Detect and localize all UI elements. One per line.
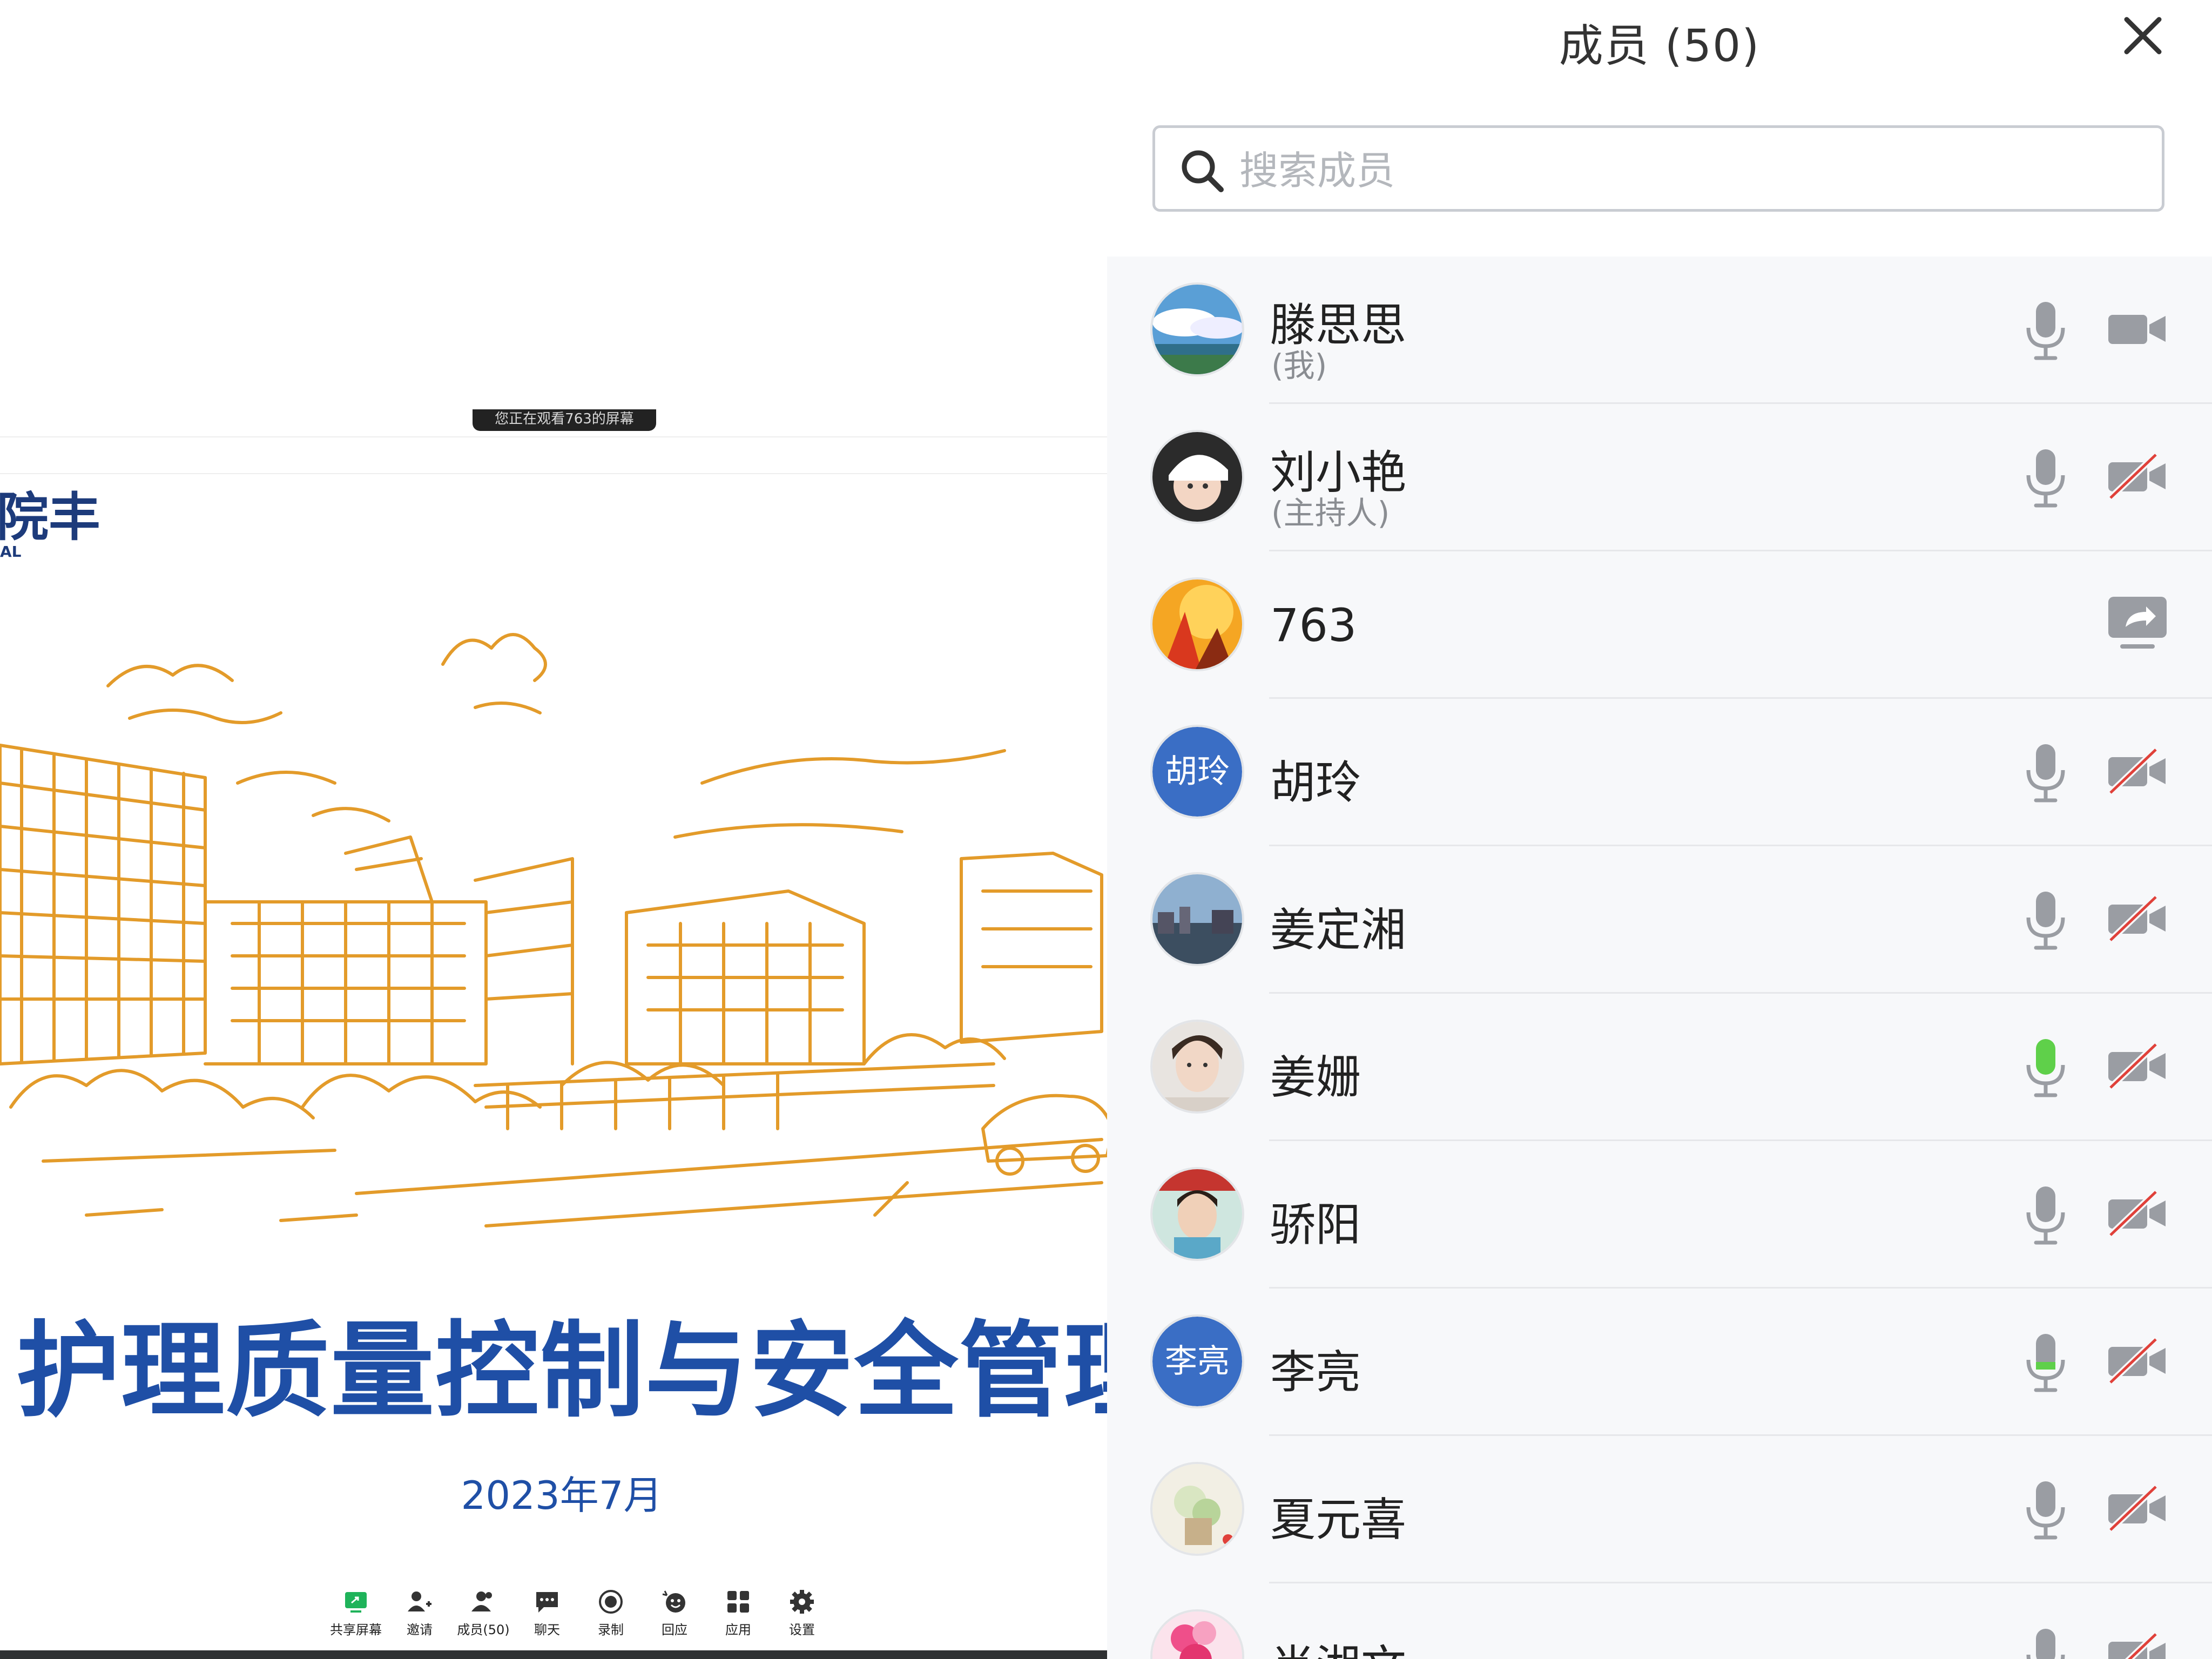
member-name: 骄阳: [1270, 1198, 1361, 1251]
microphone-icon[interactable]: [2020, 889, 2072, 952]
slide-title: 护理质量控制与安全管理: [16, 1311, 1107, 1432]
member-search-input[interactable]: [1238, 138, 2148, 204]
member-row[interactable]: 夏元喜: [1107, 1436, 2212, 1583]
member-name: 763: [1270, 599, 1357, 652]
avatar: [1152, 579, 1242, 669]
member-row[interactable]: 胡玲 胡玲: [1107, 699, 2212, 846]
toolbar-label: 聊天: [534, 1622, 560, 1637]
member-row[interactable]: 姜姗: [1107, 994, 2212, 1141]
avatar: [1152, 1022, 1242, 1111]
apps-button[interactable]: 应用: [706, 1588, 770, 1653]
member-name: 胡玲: [1270, 756, 1361, 809]
video-off-icon[interactable]: [2106, 1188, 2169, 1239]
avatar: [1152, 285, 1242, 374]
settings-icon: [790, 1590, 814, 1614]
hospital-logo-fragment: 院丰: [0, 487, 100, 548]
member-name: 肖湘文: [1270, 1631, 1406, 1659]
slide-top-rule: [0, 436, 1107, 437]
toolbar-label: 回应: [662, 1622, 687, 1637]
microphone-icon[interactable]: [2020, 447, 2072, 510]
avatar: 胡玲: [1152, 727, 1242, 817]
member-role: (主持人): [1271, 495, 1390, 531]
apps-icon: [727, 1591, 749, 1613]
avatar: [1152, 432, 1242, 522]
chat-button[interactable]: 聊天: [515, 1588, 579, 1653]
meeting-toolbar: 共享屏幕 邀请 成员(50) 聊天 录制 回应 应用 设置: [324, 1588, 834, 1653]
member-name: 夏元喜: [1270, 1493, 1407, 1546]
members-panel-title: 成员 (50): [1559, 21, 1761, 72]
members-panel: 成员 (50) 滕思思 (我): [1107, 0, 2212, 1659]
microphone-icon[interactable]: [2020, 742, 2072, 805]
microphone-speaking-icon[interactable]: [2020, 1037, 2072, 1100]
screen-sharing-icon[interactable]: [2105, 595, 2170, 655]
bottom-bar: [0, 1650, 1107, 1659]
members-panel-header: 成员 (50): [1107, 0, 2212, 257]
chat-icon: [536, 1592, 558, 1613]
video-camera-icon[interactable]: [2106, 303, 2169, 355]
toolbar-label: 共享屏幕: [330, 1622, 382, 1637]
video-off-icon[interactable]: [2106, 450, 2169, 502]
avatar: [1152, 874, 1242, 964]
reaction-button[interactable]: 回应: [643, 1588, 706, 1653]
member-row[interactable]: 刘小艳 (主持人): [1107, 404, 2212, 551]
toolbar-label: 邀请: [407, 1622, 433, 1637]
member-row[interactable]: 骄阳: [1107, 1141, 2212, 1289]
hospital-logo-subtext: AL: [0, 543, 22, 561]
avatar: [1152, 1464, 1242, 1554]
invite-icon: [408, 1591, 431, 1611]
avatar-initials: 李亮: [1152, 1317, 1242, 1406]
member-role: (我): [1271, 347, 1327, 384]
video-off-icon[interactable]: [2106, 1482, 2169, 1534]
video-off-icon[interactable]: [2106, 1335, 2169, 1387]
member-row[interactable]: 肖湘文: [1107, 1583, 2212, 1659]
toolbar-label: 设置: [789, 1622, 815, 1637]
close-icon[interactable]: [2117, 10, 2169, 62]
toolbar-label: 录制: [598, 1622, 624, 1637]
avatar-initials: 胡玲: [1152, 727, 1242, 817]
microphone-icon[interactable]: [2020, 1184, 2072, 1247]
microphone-icon[interactable]: [2020, 1479, 2072, 1542]
member-row[interactable]: 李亮 李亮: [1107, 1289, 2212, 1436]
settings-button[interactable]: 设置: [770, 1588, 834, 1653]
member-name: 李亮: [1270, 1346, 1361, 1399]
microphone-icon[interactable]: [2020, 300, 2072, 362]
avatar: 李亮: [1152, 1317, 1242, 1406]
member-row[interactable]: 763: [1107, 551, 2212, 699]
member-row[interactable]: 姜定湘: [1107, 846, 2212, 994]
slide-date: 2023年7月: [461, 1473, 663, 1518]
member-name: 姜定湘: [1270, 903, 1407, 956]
video-off-icon[interactable]: [2106, 893, 2169, 945]
members-button[interactable]: 成员(50): [451, 1588, 515, 1653]
member-list: 滕思思 (我) 刘小艳 (主持人) 763 胡玲 胡玲 姜定湘 姜姗 骄阳 李亮…: [1107, 257, 2212, 1659]
invite-button[interactable]: 邀请: [388, 1588, 451, 1653]
shared-screen-view: 您正在观看763的屏幕 院丰 AL 护理质量控制与安全管理 2023年7月 共享…: [0, 0, 1107, 1659]
slide-second-rule: [0, 473, 1107, 474]
avatar: [1152, 1169, 1242, 1259]
members-icon: [471, 1591, 492, 1611]
video-off-icon[interactable]: [2106, 1040, 2169, 1092]
search-icon: [1182, 150, 1224, 192]
member-search-box[interactable]: [1152, 125, 2164, 212]
member-name: 姜姗: [1270, 1051, 1361, 1104]
record-icon: [599, 1590, 623, 1614]
watching-screen-banner[interactable]: 您正在观看763的屏幕: [473, 409, 656, 431]
hospital-sketch-illustration: [0, 633, 1107, 1228]
member-row[interactable]: 滕思思 (我): [1107, 257, 2212, 404]
microphone-low-level-icon[interactable]: [2020, 1332, 2072, 1394]
video-off-icon[interactable]: [2106, 745, 2169, 797]
reaction-icon: [662, 1590, 685, 1613]
toolbar-label: 成员(50): [457, 1622, 510, 1637]
microphone-icon[interactable]: [2020, 1627, 2072, 1659]
share-screen-icon: [345, 1592, 367, 1613]
watching-banner-text: 您正在观看763的屏幕: [495, 411, 634, 427]
avatar: [1152, 1611, 1242, 1659]
record-button[interactable]: 录制: [579, 1588, 643, 1653]
share-screen-button[interactable]: 共享屏幕: [324, 1588, 388, 1653]
toolbar-label: 应用: [725, 1622, 751, 1637]
video-off-icon[interactable]: [2106, 1630, 2169, 1659]
